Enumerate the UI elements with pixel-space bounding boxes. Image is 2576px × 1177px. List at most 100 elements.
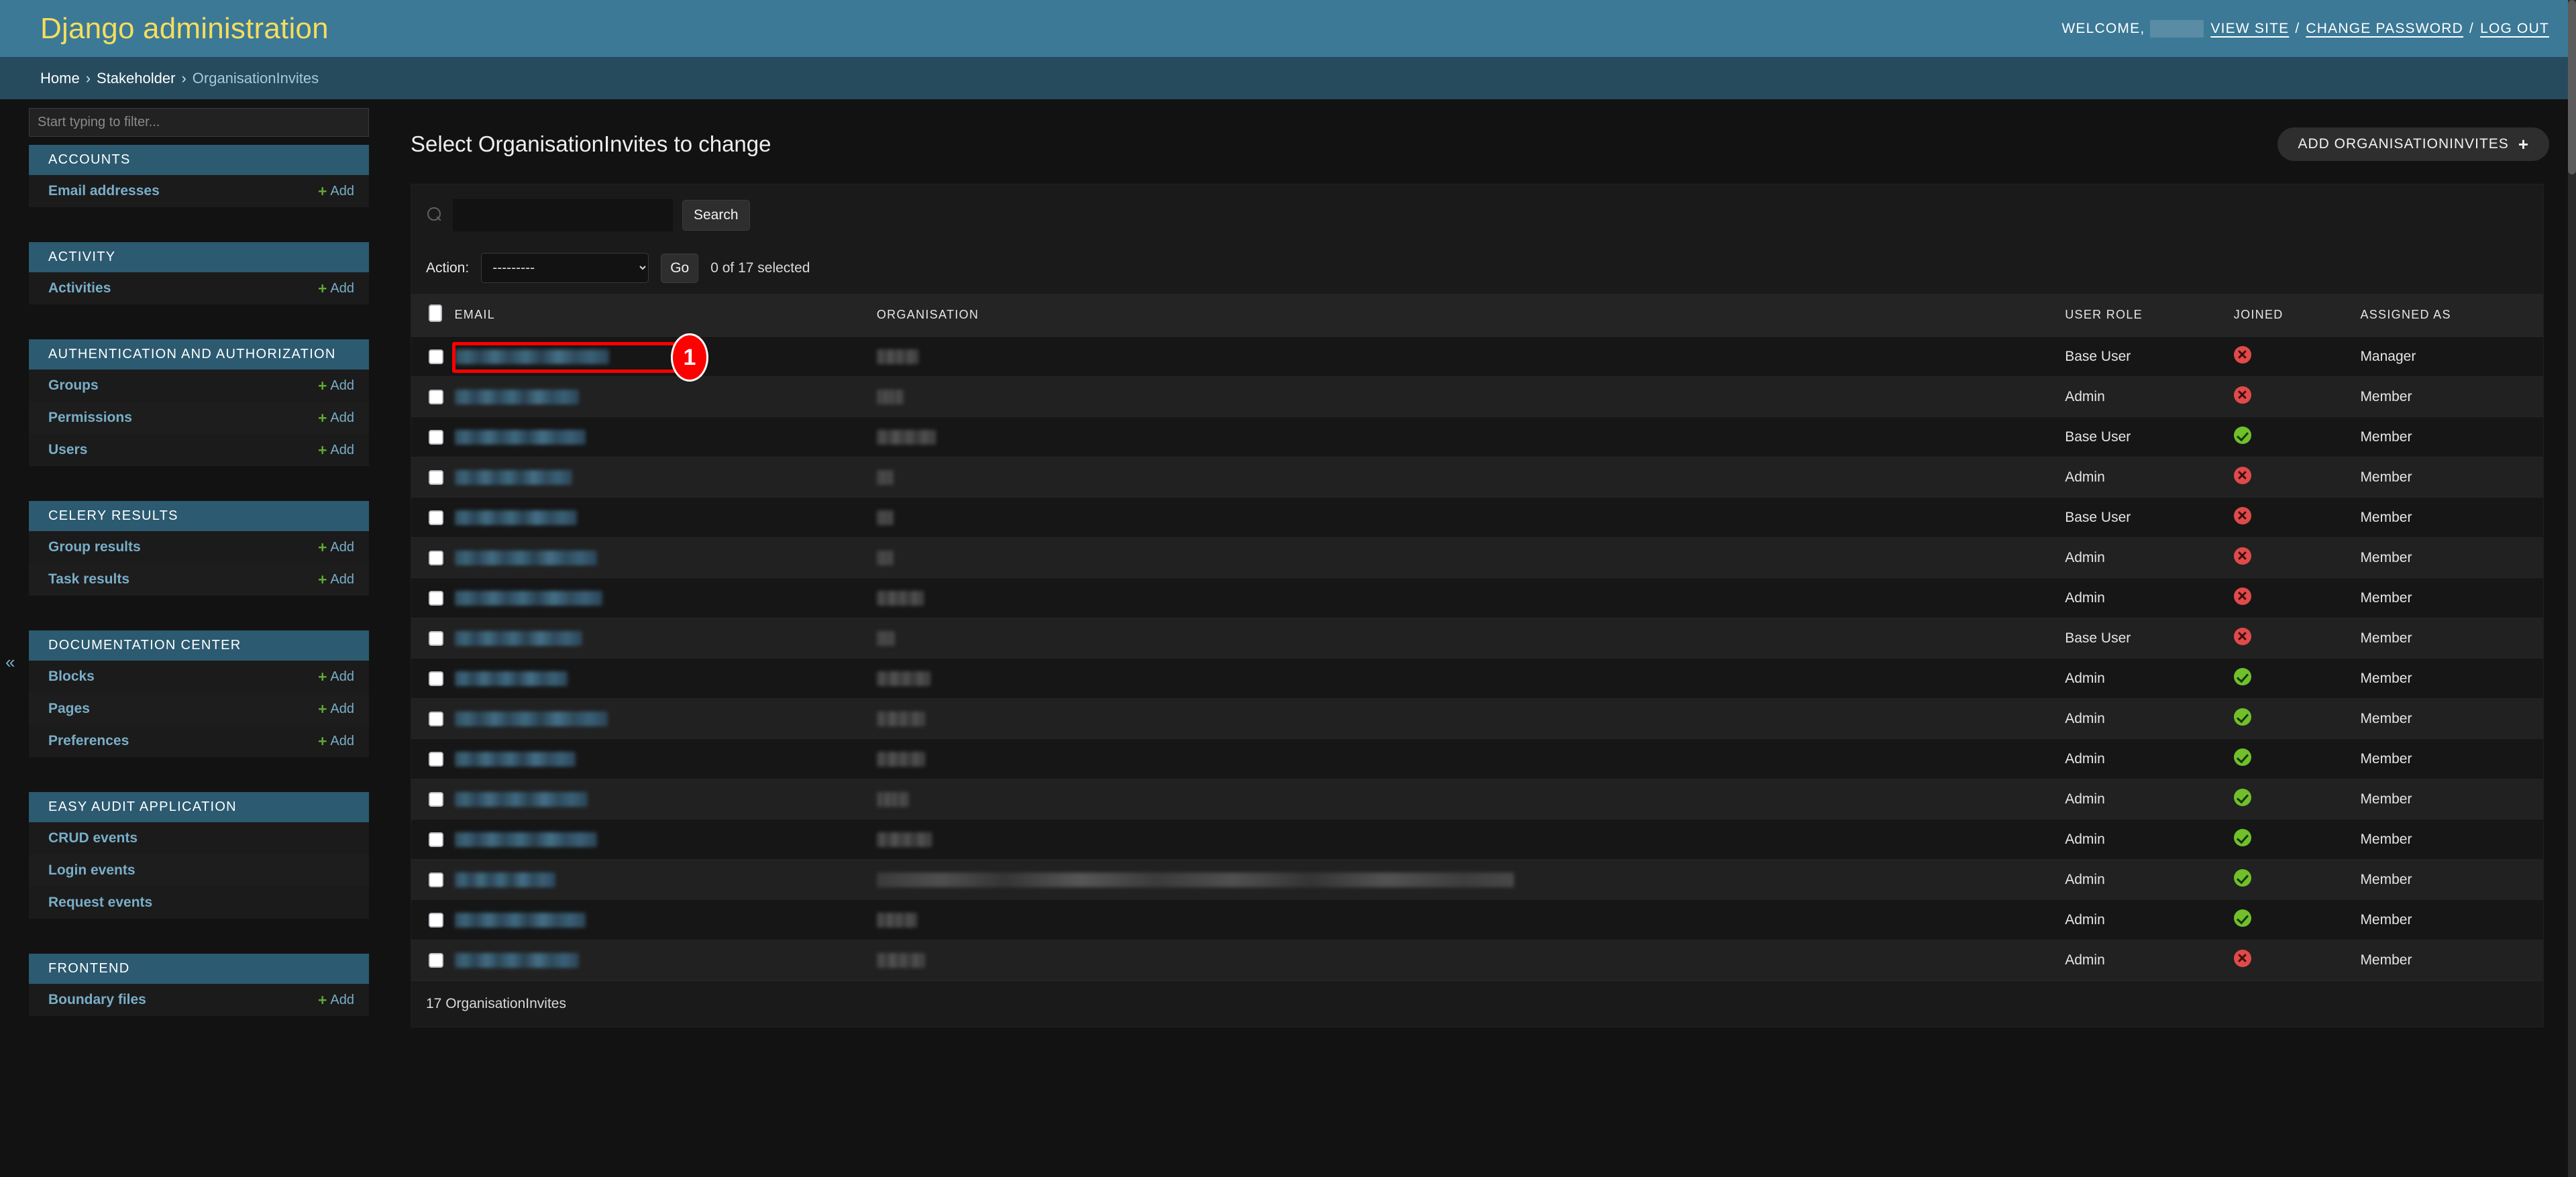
table-row[interactable]: Base User Member: [411, 416, 2543, 457]
log-out-link[interactable]: LOG OUT: [2480, 21, 2549, 37]
sidebar-item-label[interactable]: Request events: [48, 895, 152, 911]
row-select-checkbox[interactable]: [429, 469, 443, 485]
sidebar-add-link[interactable]: + Add: [318, 733, 354, 749]
sidebar-item-label[interactable]: Groups: [48, 378, 99, 394]
sidebar-add-link[interactable]: + Add: [318, 378, 354, 394]
action-go-button[interactable]: Go: [661, 253, 699, 283]
action-select[interactable]: ---------Delete selected OrganisationInv…: [481, 253, 649, 283]
table-row[interactable]: Admin Member: [411, 537, 2543, 578]
sidebar-item-label[interactable]: Pages: [48, 701, 90, 717]
row-select-checkbox[interactable]: [429, 550, 443, 565]
cell-email[interactable]: [447, 457, 877, 498]
cell-email[interactable]: [447, 899, 877, 940]
cell-email[interactable]: [447, 416, 877, 457]
change-password-link[interactable]: CHANGE PASSWORD: [2306, 21, 2463, 37]
cell-email[interactable]: [447, 618, 877, 659]
table-row[interactable]: Admin Member: [411, 899, 2543, 940]
select-all-checkbox[interactable]: [429, 304, 442, 322]
add-organisationinvites-button[interactable]: ADD ORGANISATIONINVITES +: [2277, 127, 2549, 161]
cell-email[interactable]: [447, 698, 877, 739]
sidebar-item-pages[interactable]: Pages + Add: [29, 693, 369, 725]
row-select-checkbox[interactable]: [429, 389, 443, 404]
table-row[interactable]: Base User Member: [411, 497, 2543, 538]
sidebar-item-preferences[interactable]: Preferences + Add: [29, 725, 369, 757]
sidebar-item-label[interactable]: Boundary files: [48, 992, 146, 1008]
sidebar-add-link[interactable]: + Add: [318, 410, 354, 426]
table-row[interactable]: Admin Member: [411, 859, 2543, 900]
table-row[interactable]: Base User Member: [411, 618, 2543, 659]
row-select-checkbox[interactable]: [429, 751, 443, 767]
sidebar-item-label[interactable]: Blocks: [48, 669, 95, 685]
breadcrumb-home[interactable]: Home: [40, 70, 80, 87]
sidebar-add-link[interactable]: + Add: [318, 280, 354, 296]
sidebar-item-users[interactable]: Users + Add: [29, 434, 369, 466]
column-header-user-role[interactable]: USER ROLE: [2065, 294, 2234, 337]
row-select-checkbox[interactable]: [429, 912, 443, 928]
column-header-joined[interactable]: JOINED: [2233, 294, 2361, 337]
sidebar-collapse-icon[interactable]: «: [5, 653, 15, 671]
sidebar-item-boundary-files[interactable]: Boundary files + Add: [29, 984, 369, 1016]
row-select-checkbox[interactable]: [429, 711, 443, 726]
row-select-checkbox[interactable]: [429, 429, 443, 445]
sidebar-item-label[interactable]: Preferences: [48, 733, 129, 749]
cell-email[interactable]: [447, 376, 877, 417]
view-site-link[interactable]: VIEW SITE: [2210, 21, 2289, 37]
sidebar-item-label[interactable]: Task results: [48, 571, 129, 587]
sidebar-item-email-addresses[interactable]: Email addresses + Add: [29, 175, 369, 207]
sidebar-item-label[interactable]: Email addresses: [48, 183, 160, 199]
nav-filter-input[interactable]: [29, 108, 369, 137]
breadcrumb-stakeholder[interactable]: Stakeholder: [97, 70, 175, 87]
cell-email[interactable]: [447, 859, 877, 900]
table-row[interactable]: Base User Manager: [411, 336, 2543, 377]
scrollbar-thumb[interactable]: [2568, 0, 2576, 174]
sidebar-add-link[interactable]: + Add: [318, 539, 354, 555]
table-row[interactable]: Admin Member: [411, 376, 2543, 417]
cell-email[interactable]: [447, 738, 877, 779]
table-row[interactable]: Admin Member: [411, 779, 2543, 820]
sidebar-add-link[interactable]: + Add: [318, 442, 354, 458]
sidebar-add-link[interactable]: + Add: [318, 669, 354, 685]
page-scrollbar[interactable]: [2568, 0, 2576, 1177]
cell-email[interactable]: [447, 497, 877, 538]
cell-email[interactable]: [447, 779, 877, 820]
cell-email[interactable]: [447, 577, 877, 618]
row-select-checkbox[interactable]: [429, 349, 443, 364]
sidebar-item-request-events[interactable]: Request events: [29, 887, 369, 919]
sidebar-item-groups[interactable]: Groups + Add: [29, 370, 369, 402]
sidebar-item-label[interactable]: Permissions: [48, 410, 132, 426]
sidebar-add-link[interactable]: + Add: [318, 701, 354, 717]
cell-email[interactable]: [447, 336, 877, 377]
sidebar-item-task-results[interactable]: Task results + Add: [29, 563, 369, 596]
row-select-checkbox[interactable]: [429, 590, 443, 606]
table-row[interactable]: Admin Member: [411, 698, 2543, 739]
sidebar-item-blocks[interactable]: Blocks + Add: [29, 661, 369, 693]
row-select-checkbox[interactable]: [429, 671, 443, 686]
search-button[interactable]: Search: [682, 200, 750, 231]
sidebar-add-link[interactable]: + Add: [318, 183, 354, 199]
sidebar-item-label[interactable]: CRUD events: [48, 830, 138, 846]
sidebar-item-label[interactable]: Login events: [48, 862, 136, 879]
cell-email[interactable]: [447, 940, 877, 980]
column-header-assigned-as[interactable]: ASSIGNED AS: [2360, 294, 2543, 337]
row-select-checkbox[interactable]: [429, 872, 443, 887]
column-header-organisation[interactable]: ORGANISATION: [876, 294, 2065, 337]
row-select-checkbox[interactable]: [429, 630, 443, 646]
table-row[interactable]: Admin Member: [411, 738, 2543, 779]
row-select-checkbox[interactable]: [429, 510, 443, 525]
table-row[interactable]: Admin Member: [411, 658, 2543, 699]
column-header-email[interactable]: EMAIL: [447, 294, 877, 337]
row-select-checkbox[interactable]: [429, 952, 443, 968]
table-row[interactable]: Admin Member: [411, 940, 2543, 980]
sidebar-item-crud-events[interactable]: CRUD events: [29, 822, 369, 854]
cell-email[interactable]: [447, 537, 877, 578]
table-row[interactable]: Admin Member: [411, 577, 2543, 618]
search-input[interactable]: [453, 199, 673, 231]
sidebar-item-label[interactable]: Group results: [48, 539, 141, 555]
sidebar-item-label[interactable]: Users: [48, 442, 87, 458]
sidebar-add-link[interactable]: + Add: [318, 571, 354, 587]
sidebar-item-group-results[interactable]: Group results + Add: [29, 531, 369, 563]
sidebar-add-link[interactable]: + Add: [318, 992, 354, 1008]
cell-email[interactable]: [447, 819, 877, 860]
row-select-checkbox[interactable]: [429, 791, 443, 807]
table-row[interactable]: Admin Member: [411, 457, 2543, 498]
